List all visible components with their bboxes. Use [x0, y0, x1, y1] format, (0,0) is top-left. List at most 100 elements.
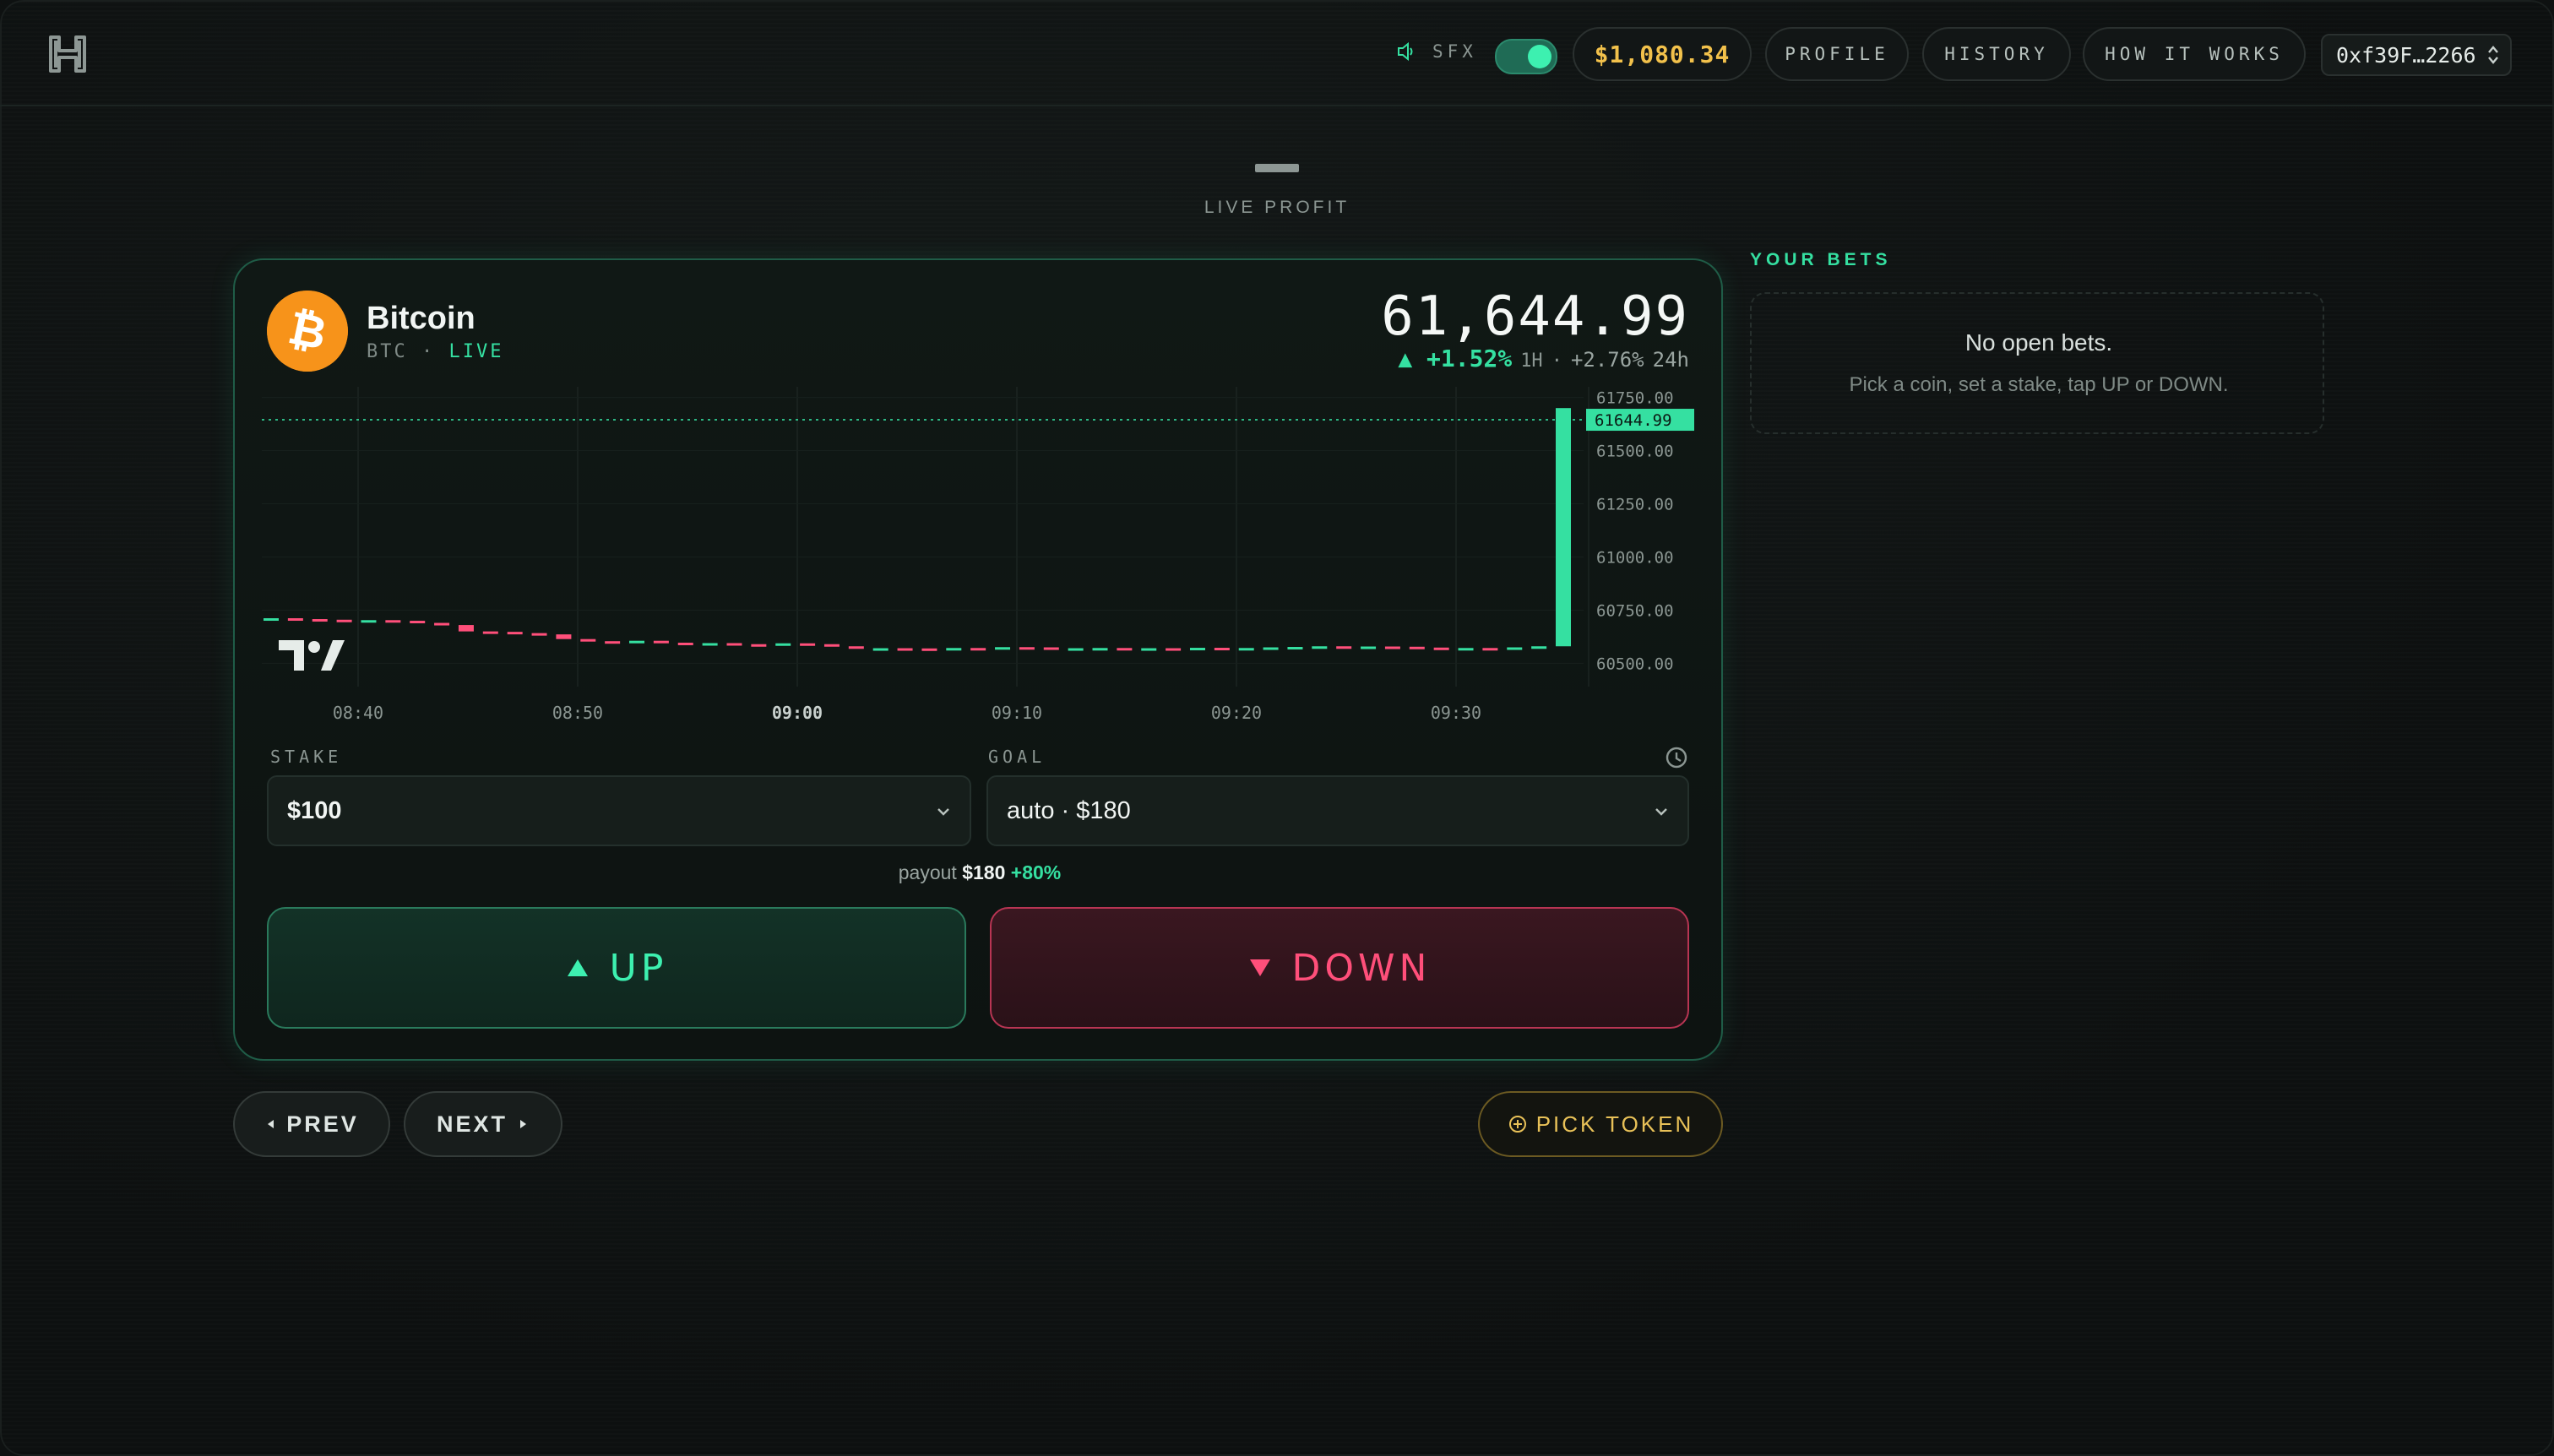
x-tick-label: 09:20	[1211, 703, 1262, 723]
candle	[629, 640, 645, 644]
candle	[361, 620, 377, 623]
goal-select[interactable]: auto · $180	[986, 775, 1689, 846]
chevron-down-icon	[1655, 808, 1667, 816]
candle	[1336, 646, 1352, 649]
candle	[995, 647, 1011, 650]
profit-value-placeholder	[1255, 164, 1299, 172]
prev-label: PREV	[286, 1111, 359, 1137]
price-chart[interactable]: 61750.00 61500.00 61250.00 61000.00 60750.00…	[262, 387, 1698, 725]
bets-empty-text: No open bets.	[1964, 329, 2113, 356]
x-tick-label: 09:10	[992, 703, 1042, 723]
coin-subtitle: BTC · LIVE	[367, 341, 503, 362]
top-bar: SFX $1,080.34 PROFILE HISTORY HOW IT WOR…	[0, 0, 2554, 106]
sfx-toggle[interactable]	[1495, 39, 1557, 74]
candle	[1263, 647, 1279, 650]
price-change: ▲ +1.52% 1H · +2.76% 24h	[1398, 345, 1689, 372]
candle	[1214, 648, 1230, 651]
candle	[1043, 647, 1059, 650]
app-window: SFX $1,080.34 PROFILE HISTORY HOW IT WOR…	[0, 0, 2554, 1456]
pick-token-label: PICK TOKEN	[1535, 1111, 1694, 1137]
candle	[1117, 648, 1133, 651]
coin-ticker: BTC	[367, 341, 408, 362]
y-tick-label: 61250.00	[1596, 496, 1674, 514]
candle	[1312, 646, 1328, 649]
candle	[1141, 648, 1157, 651]
candle	[848, 646, 864, 649]
candle	[1384, 646, 1400, 649]
tradingview-logo-icon[interactable]	[279, 640, 345, 671]
candle	[653, 640, 669, 644]
profile-button[interactable]: PROFILE	[1765, 27, 1909, 81]
candle	[800, 643, 816, 646]
x-tick-label: 09:00	[772, 703, 823, 723]
your-bets-title: YOUR BETS	[1750, 250, 1892, 269]
candle	[775, 643, 791, 646]
candle	[1361, 646, 1377, 649]
live-profit-label: LIVE PROFIT	[1204, 198, 1350, 217]
candle	[1166, 648, 1182, 651]
candle	[385, 620, 401, 623]
sfx-control: SFX	[1395, 41, 1477, 62]
bitcoin-icon: ₿	[267, 291, 348, 372]
plus-circle-icon	[1508, 1116, 1526, 1133]
candle	[677, 642, 693, 645]
candle	[531, 633, 547, 636]
up-label: UP	[609, 946, 668, 990]
toggle-knob	[1528, 45, 1551, 68]
candle	[312, 619, 328, 622]
trade-card: ₿ Bitcoin BTC · LIVE 61,644.99 ▲ +1.52% …	[233, 258, 1723, 1061]
y-tick-label: 60500.00	[1596, 655, 1674, 673]
next-button[interactable]: NEXT	[404, 1091, 562, 1157]
pick-token-button[interactable]: PICK TOKEN	[1478, 1091, 1723, 1157]
current-price: 61,644.99	[1381, 285, 1689, 348]
y-tick-label: 61500.00	[1596, 443, 1674, 461]
stake-select[interactable]: $100	[267, 775, 971, 846]
history-button[interactable]: HISTORY	[1922, 27, 2071, 81]
logo-icon[interactable]	[46, 32, 90, 76]
candle	[1189, 648, 1205, 651]
caret-right-icon	[520, 1120, 526, 1128]
candle	[264, 618, 279, 622]
candle	[751, 644, 767, 647]
candle	[897, 648, 913, 651]
bets-hint-text: Pick a coin, set a stake, tap UP or DOWN…	[1849, 373, 2229, 396]
candle	[970, 648, 986, 651]
candle	[872, 648, 888, 651]
prev-button[interactable]: PREV	[233, 1091, 390, 1157]
candle	[702, 643, 718, 646]
candle	[336, 619, 352, 622]
candle	[1068, 648, 1084, 651]
candle	[1556, 408, 1571, 647]
caret-left-icon	[268, 1120, 274, 1128]
candle	[921, 648, 937, 651]
live-status: LIVE	[448, 341, 504, 362]
down-label: DOWN	[1291, 946, 1432, 990]
wallet-selector[interactable]: 0xf39F…2266	[2321, 34, 2512, 76]
candle	[556, 634, 572, 639]
coin-separator: ·	[421, 341, 436, 362]
down-button[interactable]: DOWN	[990, 907, 1689, 1029]
payout-amount: $180	[962, 861, 1006, 883]
candle	[1409, 646, 1425, 649]
chevron-down-icon	[937, 808, 949, 816]
change-1h: ▲ +1.52%	[1398, 345, 1513, 372]
candle	[823, 644, 840, 647]
up-button[interactable]: UP	[267, 907, 966, 1029]
candle	[507, 632, 523, 635]
candle	[1458, 648, 1474, 651]
candle	[1092, 648, 1108, 651]
how-it-works-button[interactable]: HOW IT WORKS	[2083, 27, 2306, 81]
wallet-address: 0xf39F…2266	[2336, 42, 2476, 68]
bets-panel: No open bets. Pick a coin, set a stake, …	[1750, 292, 2324, 434]
triangle-up-icon	[567, 959, 588, 976]
change-separator: ·	[1551, 350, 1562, 372]
coin-name: Bitcoin	[367, 301, 475, 336]
candle	[287, 618, 303, 622]
candle	[1238, 648, 1254, 651]
updown-chevron-icon	[2488, 46, 2498, 64]
clock-icon[interactable]	[1664, 745, 1689, 770]
sfx-label: SFX	[1432, 41, 1477, 62]
candle	[1531, 646, 1547, 649]
stake-label: STAKE	[270, 747, 343, 767]
triangle-down-icon	[1249, 959, 1270, 976]
